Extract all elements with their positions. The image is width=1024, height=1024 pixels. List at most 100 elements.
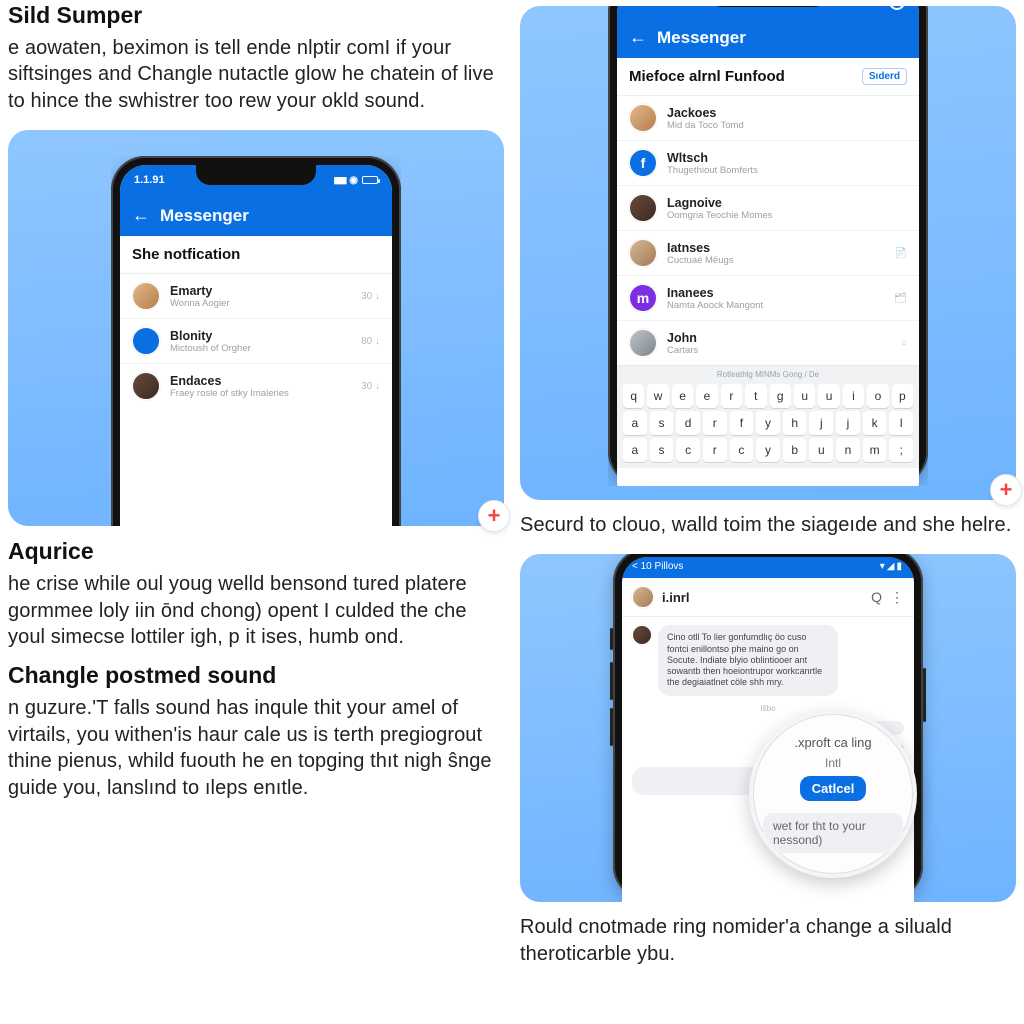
list-item[interactable]: EmartyWonna Aogier30 ↓	[120, 274, 392, 319]
keyboard-key[interactable]: b	[783, 438, 807, 462]
caption-3: Rould cnotmade ring nomider'a change a s…	[520, 912, 1016, 977]
keyboard-key[interactable]: d	[676, 411, 700, 435]
keyboard-hint: Rotleathlg MINMs Gong / De	[623, 370, 913, 381]
app-title: Messenger	[657, 28, 746, 48]
keyboard-key[interactable]: a	[623, 438, 647, 462]
contact-meta: 📄	[895, 248, 907, 259]
more-icon[interactable]: ⋮	[890, 589, 904, 606]
contact-sub: Namta Aoock Mangont	[667, 300, 884, 311]
app-header: ← Messenger	[617, 17, 919, 58]
list-item-text: IatnsesCuctuaé Mêugs	[667, 241, 885, 266]
add-button[interactable]: +	[478, 500, 510, 532]
keyboard-key[interactable]: j	[809, 411, 833, 435]
nav-back[interactable]: < 10 Pillovs	[632, 561, 683, 572]
keyboard-key[interactable]: ;	[889, 438, 913, 462]
keyboard-key[interactable]: j	[836, 411, 860, 435]
section-body: n guzure.'T falls sound has inqule thit …	[8, 695, 504, 801]
list-item[interactable]: f WltschThugethiout Bomferts	[617, 141, 919, 186]
list-item[interactable]: JohnCartars ○	[617, 321, 919, 365]
list-item-text: WltschThugethiout Bomferts	[667, 151, 897, 176]
keyboard-key[interactable]: r	[703, 411, 727, 435]
keyboard-key[interactable]: y	[756, 411, 780, 435]
keyboard-key[interactable]: n	[836, 438, 860, 462]
list-item[interactable]: BlonityMictoush of Orgher80 ↓	[120, 319, 392, 364]
avatar: f	[629, 149, 657, 177]
back-icon[interactable]: ←	[629, 27, 647, 48]
caption-text: Securd to clouo, walld toim the siageıde…	[520, 512, 1016, 538]
keyboard-key[interactable]: r	[721, 384, 742, 408]
cancel-button[interactable]: Catlcel	[800, 776, 867, 801]
keyboard-key[interactable]: u	[818, 384, 839, 408]
list-item-text: LagnoiveOomgria Teochie Momes	[667, 196, 897, 221]
keyboard-key[interactable]: m	[863, 438, 887, 462]
contact-sub: Thugethiout Bomferts	[667, 165, 897, 176]
magnifier-overlay: .xproft ca ling Intl Catlcel wet for tht…	[749, 710, 917, 878]
keyboard-key[interactable]: l	[889, 411, 913, 435]
magnifier-line1: .xproft ca ling	[794, 735, 871, 750]
keyboard-key[interactable]: u	[794, 384, 815, 408]
keyboard-key[interactable]: p	[892, 384, 913, 408]
avatar	[632, 625, 652, 645]
keyboard-key[interactable]: w	[647, 384, 668, 408]
avatar[interactable]	[632, 586, 654, 608]
avatar	[132, 327, 160, 355]
keyboard-key[interactable]: k	[863, 411, 887, 435]
sub-header: She notfication	[120, 236, 392, 274]
keyboard-key[interactable]: f	[730, 411, 754, 435]
keyboard-key[interactable]: q	[623, 384, 644, 408]
contact-name: Wltsch	[667, 151, 897, 165]
avatar: m	[629, 284, 657, 312]
list-item[interactable]: JackoesMid da Toco Tomd	[617, 96, 919, 141]
keyboard-key[interactable]: c	[730, 438, 754, 462]
keyboard-key[interactable]: e	[696, 384, 717, 408]
status-icons	[889, 6, 905, 10]
message-bubble[interactable]: Cino otll To lier gonfumdlıç öo cuso fon…	[658, 625, 838, 695]
section-sild-sumper: Sild Sumper e aowaten, beximon is tell e…	[8, 0, 504, 124]
contact-sub: Mid da Toco Tomd	[667, 120, 897, 131]
keyboard-key[interactable]: y	[756, 438, 780, 462]
phone2-panel: ← Messenger Miefoce alrnl Funfood Sıderd…	[520, 6, 1016, 500]
wifi-icon	[349, 174, 358, 186]
avatar	[629, 329, 657, 357]
list-item[interactable]: IatnsesCuctuaé Mêugs 📄	[617, 231, 919, 276]
keyboard-key[interactable]: h	[783, 411, 807, 435]
contact-name: Inanees	[667, 286, 884, 300]
list-item[interactable]: LagnoiveOomgria Teochie Momes	[617, 186, 919, 231]
left-column: Sild Sumper e aowaten, beximon is tell e…	[0, 0, 512, 1024]
keyboard-row: asdrfyhjjkl	[623, 411, 913, 435]
right-column: ← Messenger Miefoce alrnl Funfood Sıderd…	[512, 0, 1024, 1024]
message-bubble[interactable]	[632, 767, 762, 795]
keyboard-key[interactable]: o	[867, 384, 888, 408]
keyboard-key[interactable]: s	[650, 411, 674, 435]
contact-name: Jackoes	[667, 106, 897, 120]
contact-meta: ○	[901, 338, 907, 349]
section-title: Sild Sumper	[8, 2, 504, 29]
keyboard-key[interactable]: g	[770, 384, 791, 408]
back-icon[interactable]: ←	[132, 205, 150, 226]
keyboard-key[interactable]: s	[650, 438, 674, 462]
list-item[interactable]: EndacesFraey rosle of stky Imaleries30 ↓	[120, 364, 392, 408]
keyboard-key[interactable]: a	[623, 411, 647, 435]
list-item[interactable]: mInaneesNamta Aoock Mangont🗂	[617, 276, 919, 321]
avatar	[629, 194, 657, 222]
keyboard-key[interactable]: e	[672, 384, 693, 408]
keyboard-key[interactable]: r	[703, 438, 727, 462]
add-button[interactable]: +	[990, 474, 1022, 506]
nav-status-icons: ▾◢▮	[880, 561, 904, 572]
section-title: Aqurice	[8, 538, 504, 565]
avatar	[132, 282, 160, 310]
magnifier-below-bubble: wet for tht to your nessond)	[763, 813, 903, 853]
sub-header-text: Miefoce alrnl Funfood	[629, 68, 785, 85]
keyboard-key[interactable]: c	[676, 438, 700, 462]
search-icon[interactable]: Q	[871, 589, 882, 605]
signal-icon	[333, 174, 345, 186]
header-badge[interactable]: Sıderd	[862, 68, 907, 85]
keyboard-key[interactable]: t	[745, 384, 766, 408]
nav-bar: < 10 Pillovs ▾◢▮	[622, 557, 914, 578]
keyboard[interactable]: Rotleathlg MINMs Gong / De qweertguuiopa…	[617, 365, 919, 468]
keyboard-key[interactable]: u	[809, 438, 833, 462]
message-row: Cino otll To lier gonfumdlıç öo cuso fon…	[632, 625, 904, 695]
list-item-text: JohnCartars	[667, 331, 891, 356]
section-title: Changle postmed sound	[8, 662, 504, 689]
keyboard-key[interactable]: i	[843, 384, 864, 408]
